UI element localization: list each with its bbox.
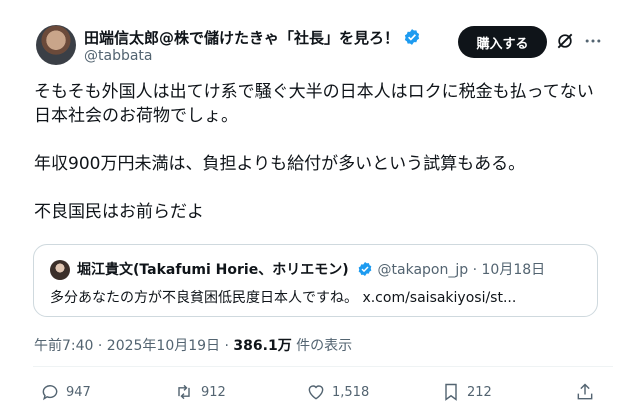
author-name[interactable]: 田端信太郎@株で儲けたきゃ「社長」を見ろ！ <box>84 27 421 50</box>
quote-verified-badge-icon <box>357 261 373 281</box>
quoted-tweet[interactable]: 堀江貴文(Takafumi Horie、ホリエモン) @takapon_jp ·… <box>33 244 598 317</box>
buy-button[interactable]: 購入する <box>458 26 547 58</box>
verified-badge-icon <box>403 28 421 50</box>
repost-icon <box>178 384 190 400</box>
tweet-text: そもそも外国人は出てけ系で騒ぐ大半の日本人はロクに税金も払ってない 日本社会のお… <box>34 80 614 224</box>
reply-button[interactable]: 947 <box>40 382 91 402</box>
like-count: 1,518 <box>332 384 370 400</box>
more-options-icon[interactable] <box>583 31 603 55</box>
view-count: 386.1万 <box>233 338 292 354</box>
share-icon <box>577 383 593 400</box>
tweet-timestamp[interactable]: 午前7:40 · 2025年10月19日 · <box>34 338 233 354</box>
quote-date: 10月18日 <box>481 262 546 278</box>
author-name-text[interactable]: 田端信太郎@株で儲けたきゃ「社長」を見ろ！ <box>84 29 399 47</box>
reply-icon <box>42 385 58 401</box>
quote-text: 多分あなたの方が不良貧困低民度日本人ですね。 x.com/saisakiyosi… <box>50 290 517 306</box>
bookmark-icon <box>445 383 457 401</box>
reply-count: 947 <box>66 384 91 400</box>
bookmark-count: 212 <box>467 384 492 400</box>
quote-separator: · <box>472 262 478 278</box>
tweet-line-4: 不良国民はお前らだよ <box>34 202 204 222</box>
tweet-line-2: 日本社会のお荷物でしょ。 <box>34 106 238 126</box>
divider <box>33 366 613 367</box>
tweet-line-1: そもそも外国人は出てけ系で騒ぐ大半の日本人はロクに税金も払ってない <box>34 82 594 102</box>
grok-icon[interactable] <box>555 31 575 55</box>
view-count-label: 件の表示 <box>291 338 353 354</box>
share-button[interactable] <box>575 382 601 402</box>
quote-author-handle: @takapon_jp <box>377 262 469 278</box>
tweet-line-3: 年収900万円未満は、負担よりも給付が多いという試算もある。 <box>34 154 526 174</box>
tweet-meta: 午前7:40 · 2025年10月19日 · 386.1万 件の表示 <box>34 335 352 355</box>
repost-button[interactable]: 912 <box>173 382 226 402</box>
quote-author-name: 堀江貴文(Takafumi Horie、ホリエモン) <box>77 262 349 278</box>
like-button[interactable]: 1,518 <box>306 382 369 402</box>
author-handle[interactable]: @tabbata <box>84 48 153 64</box>
author-avatar[interactable] <box>36 25 76 65</box>
repost-count: 912 <box>201 384 226 400</box>
heart-icon <box>308 385 324 400</box>
quote-author-avatar <box>50 260 70 280</box>
quote-header: 堀江貴文(Takafumi Horie、ホリエモン) @takapon_jp ·… <box>77 259 545 281</box>
bookmark-button[interactable]: 212 <box>441 382 492 402</box>
